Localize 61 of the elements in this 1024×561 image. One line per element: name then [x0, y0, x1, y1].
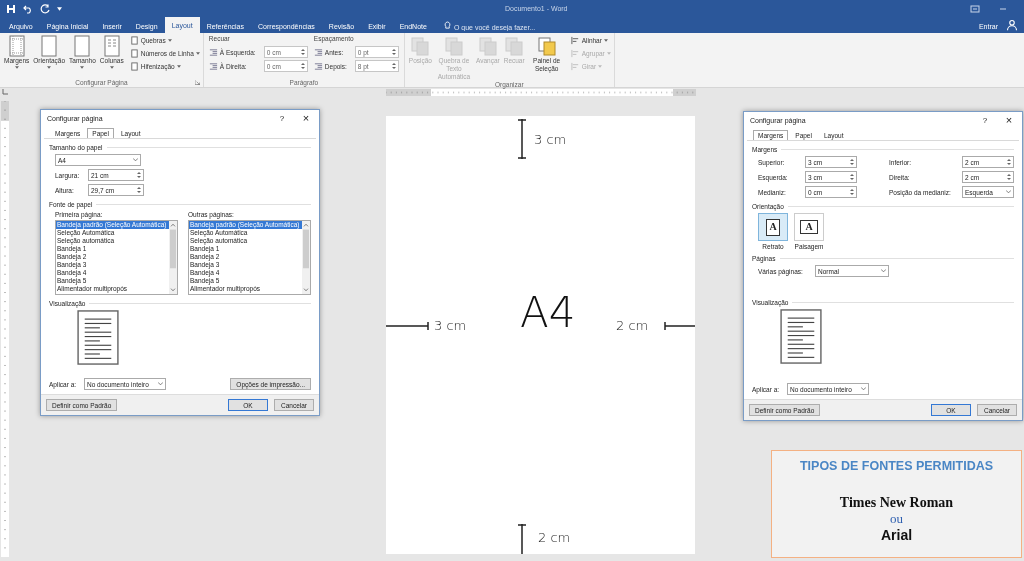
spinner-icon[interactable]: [137, 171, 141, 179]
spinner-icon[interactable]: [391, 48, 396, 56]
page-preview-drawing: [77, 310, 119, 365]
caret-icon: [195, 52, 200, 55]
spinner-icon[interactable]: [850, 188, 854, 196]
dimension-line: [386, 322, 430, 330]
letter-glyph: A: [766, 218, 780, 236]
caret-icon: [861, 387, 866, 391]
scrollbar[interactable]: [302, 221, 310, 294]
align-icon: [570, 49, 580, 58]
caret-icon: [603, 39, 608, 42]
letter-glyph: A: [800, 220, 818, 234]
spinner-icon[interactable]: [300, 62, 305, 70]
lightbulb-icon: [443, 21, 451, 30]
spinner-icon[interactable]: [300, 48, 305, 56]
caret-icon: [14, 66, 19, 69]
dialog-launcher-icon[interactable]: [194, 79, 200, 85]
caret-icon: [176, 65, 181, 68]
spinner-icon[interactable]: [1007, 158, 1011, 166]
spinner-icon[interactable]: [1007, 173, 1011, 181]
separator-text: ou: [890, 511, 903, 527]
margin-label: 3 cm: [534, 132, 567, 147]
help-button[interactable]: ?: [978, 115, 992, 125]
caret-icon: [47, 66, 52, 69]
margin-label: 2 cm: [538, 530, 571, 545]
caret-icon: [80, 66, 85, 69]
ribbon-options-icon[interactable]: [970, 3, 980, 14]
caret-icon: [167, 39, 172, 42]
indent-icon: [313, 61, 323, 71]
indent-icon: [208, 61, 218, 71]
font-name: Arial: [880, 527, 913, 543]
dimension-line: [518, 119, 526, 159]
card-title: TIPOS DE FONTES PERMITIDAS: [799, 459, 994, 473]
caret-icon: [158, 382, 163, 386]
spinner-icon[interactable]: [850, 158, 854, 166]
dimension-line: [663, 322, 695, 330]
close-button[interactable]: ×: [1002, 114, 1016, 126]
indent-icon: [313, 47, 323, 57]
spinner-icon[interactable]: [850, 173, 854, 181]
caret-icon: [133, 158, 138, 162]
caret-icon: [109, 66, 114, 69]
help-button[interactable]: ?: [275, 113, 289, 123]
font-name: Times New Roman: [839, 495, 954, 511]
scrollbar[interactable]: [169, 221, 177, 294]
close-button[interactable]: ×: [299, 112, 313, 124]
indent-icon: [208, 47, 218, 57]
align-icon: [570, 36, 580, 45]
caret-icon: [881, 269, 886, 273]
spinner-icon[interactable]: [137, 186, 141, 194]
redo-icon[interactable]: [40, 3, 50, 14]
margin-label: 3 cm: [434, 318, 467, 333]
dimension-line: [518, 524, 526, 554]
user-icon[interactable]: [1006, 19, 1018, 31]
align-icon: [570, 62, 580, 71]
caret-icon: [1006, 190, 1011, 194]
page-heading: A4: [520, 288, 576, 337]
spinner-icon[interactable]: [391, 62, 396, 70]
caret-icon[interactable]: [57, 6, 62, 11]
page-preview-drawing: [780, 309, 822, 364]
margin-label: 2 cm: [616, 318, 649, 333]
undo-icon[interactable]: [23, 3, 33, 14]
